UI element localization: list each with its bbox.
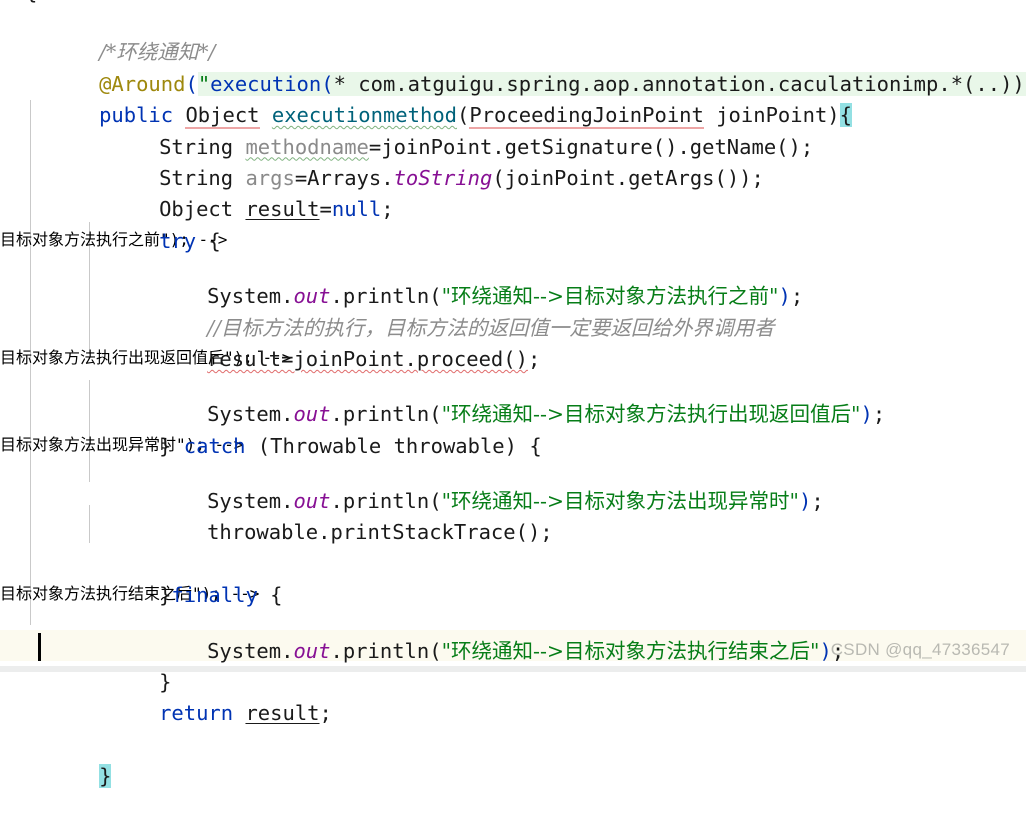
code-line-blank[interactable] (0, 517, 1026, 548)
code-line[interactable]: @Around("execution(* com.atguigu.spring.… (0, 37, 1026, 96)
code-line[interactable]: System.out.println("环绕通知-->目标对象方法执行出现返回值… (0, 368, 1026, 426)
code-line[interactable]: String methodname=joinPoint.getSignature… (0, 100, 1026, 159)
code-editor[interactable]: { /*环绕通知*/ @Around("execution(* com.atgu… (0, 0, 1026, 789)
clipped-glyph-above: { (25, 0, 37, 4)
code-line-blank[interactable] (0, 698, 1026, 729)
code-line[interactable]: System.out.println("环绕通知-->目标对象方法执行结束之后"… (0, 604, 1026, 663)
code-line[interactable]: /*环绕通知*/ (0, 6, 1026, 64)
code-line[interactable]: }finally { (0, 549, 1026, 607)
code-line[interactable]: System.out.println("环绕通知-->目标对象方法出现异常时")… (0, 455, 1026, 513)
bottom-strip (0, 666, 1026, 672)
code-line[interactable]: Object result=null; (0, 163, 1026, 221)
code-line[interactable]: String args=Arrays.toString(joinPoint.ge… (0, 132, 1026, 190)
code-line[interactable]: } catch (Throwable throwable) { (0, 399, 1026, 458)
text-caret (38, 633, 41, 661)
code-line[interactable]: //目标方法的执行，目标方法的返回值一定要返回给外界调用者 (0, 281, 1026, 340)
code-line[interactable]: throwable.printStackTrace(); (0, 486, 1026, 544)
brace-match-close: } (99, 764, 112, 789)
watermark-csdn: CSDN @qq_47336547 (830, 640, 1010, 659)
code-line[interactable]: result=joinPoint.proceed(); (0, 313, 1026, 371)
code-line[interactable]: System.out.println("环绕通知-->目标对象方法执行之前"); (0, 250, 1026, 308)
code-line[interactable]: public Object executionmethod(Proceeding… (0, 69, 1026, 130)
code-line[interactable]: try { (0, 194, 1026, 253)
code-line-current[interactable]: } (0, 730, 1026, 789)
